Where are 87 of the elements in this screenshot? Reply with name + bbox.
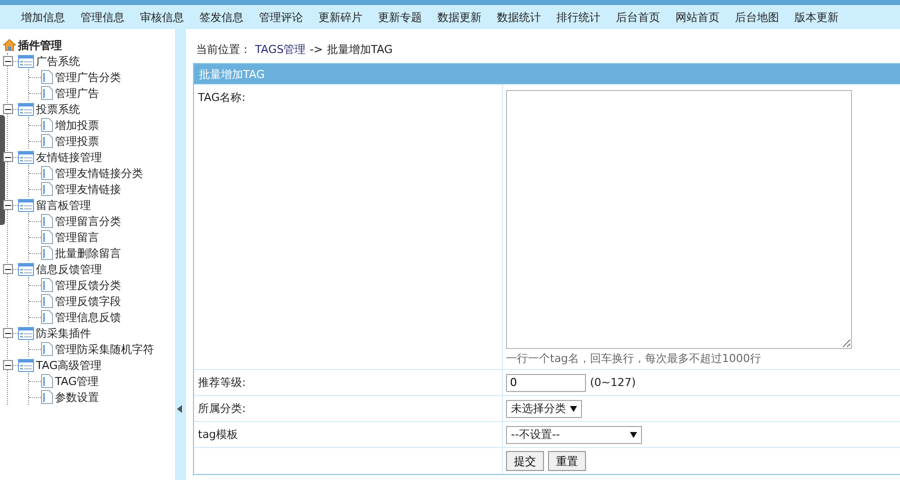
tree-group-link[interactable]: 投票系统 (36, 102, 80, 116)
tree-group-link[interactable]: TAG高级管理 (36, 358, 102, 372)
tree-root-title: 插件管理 (18, 38, 62, 52)
collapse-toggle-icon[interactable] (3, 328, 13, 338)
collapse-toggle-icon[interactable] (3, 56, 13, 66)
tree-item-link[interactable]: 管理友情链接分类 (55, 166, 143, 180)
field-hint: 一行一个tag名，回车换行，每次最多不超过1000行 (506, 351, 762, 366)
breadcrumb-current: 批量增加TAG (326, 42, 393, 56)
field-label: 推荐等级: (198, 376, 246, 389)
tree-group-link[interactable]: 防采集插件 (36, 326, 91, 340)
nav-link[interactable]: 数据统计 (497, 10, 556, 24)
collapse-toggle-icon[interactable] (3, 360, 13, 370)
window-icon (18, 198, 34, 212)
field-label: 所属分类: (198, 402, 246, 415)
document-icon (41, 278, 53, 292)
form-button[interactable]: 重置 (548, 451, 586, 471)
nav-link[interactable]: 更新专题 (378, 10, 438, 24)
tree-item-link[interactable]: 管理留言 (55, 230, 99, 244)
nav-link[interactable]: 后台地图 (735, 10, 794, 24)
home-icon (3, 39, 16, 51)
tree-group-link[interactable]: 信息反馈管理 (36, 262, 102, 276)
document-icon (41, 134, 53, 148)
document-icon (41, 70, 53, 84)
document-icon (41, 214, 53, 228)
document-icon (41, 118, 53, 132)
dropdown-select[interactable]: --不设置-- (506, 426, 642, 444)
table-title: 批量增加TAG (199, 66, 265, 82)
nav-link[interactable]: 数据更新 (438, 10, 497, 24)
tree-item-link[interactable]: 管理信息反馈 (55, 310, 121, 324)
document-icon (41, 182, 53, 196)
tree-item-link[interactable]: 管理广告 (55, 86, 99, 100)
tree-item-link[interactable]: 增加投票 (55, 118, 99, 132)
document-icon (41, 310, 53, 324)
window-icon (18, 102, 34, 116)
nav-link[interactable]: 更新碎片 (318, 10, 378, 24)
tree-item-link[interactable]: 管理反馈分类 (55, 278, 121, 292)
document-icon (41, 86, 53, 100)
tree-group-link[interactable]: 友情链接管理 (36, 150, 102, 164)
tree-item-link[interactable]: 批量删除留言 (55, 246, 121, 260)
nav-link[interactable]: 签发信息 (200, 10, 259, 24)
window-icon (18, 54, 34, 68)
collapse-arrow-icon[interactable] (177, 405, 182, 413)
window-icon (18, 262, 34, 276)
document-icon (41, 342, 53, 356)
nav-link[interactable]: 排行统计 (556, 10, 616, 24)
document-icon (41, 246, 53, 260)
nav-link[interactable]: 审核信息 (140, 10, 200, 24)
caret-icon (570, 406, 577, 412)
document-icon (41, 294, 53, 308)
nav-link[interactable]: 版本更新 (794, 10, 854, 24)
breadcrumb-separator: -> (310, 42, 323, 56)
tree-item-link[interactable]: 管理广告分类 (55, 70, 121, 84)
breadcrumb-label: 当前位置： (196, 42, 251, 56)
caret-icon (630, 432, 637, 438)
collapse-toggle-icon[interactable] (3, 200, 13, 210)
window-icon (18, 150, 34, 164)
document-icon (41, 390, 53, 404)
tree-group-link[interactable]: 留言板管理 (36, 198, 91, 212)
side-handle[interactable] (0, 115, 5, 225)
nav-link[interactable]: 管理评论 (259, 10, 318, 24)
tree-item-link[interactable]: TAG管理 (55, 374, 99, 388)
tree-item-link[interactable]: 管理友情链接 (55, 182, 121, 196)
form-button[interactable]: 提交 (506, 451, 544, 471)
collapse-toggle-icon[interactable] (3, 264, 13, 274)
field-label: TAG名称: (198, 91, 246, 104)
document-icon (41, 230, 53, 244)
dropdown-select[interactable]: 未选择分类 (506, 400, 582, 418)
tree-item-link[interactable]: 管理反馈字段 (55, 294, 121, 308)
input-field[interactable]: 0 (506, 374, 586, 392)
tree-item-link[interactable]: 参数设置 (55, 390, 99, 404)
nav-link[interactable]: 增加信息 (21, 10, 80, 24)
window-icon (18, 326, 34, 340)
range-note: (0~127) (590, 376, 636, 389)
document-icon (41, 166, 53, 180)
nav-link[interactable]: 网站首页 (676, 10, 735, 24)
collapse-toggle-icon[interactable] (3, 152, 13, 162)
nav-link[interactable]: 管理信息 (80, 10, 140, 24)
window-icon (18, 358, 34, 372)
tree-item-link[interactable]: 管理防采集随机字符 (55, 342, 154, 356)
field-label: tag模板 (198, 428, 238, 441)
collapse-toggle-icon[interactable] (3, 104, 13, 114)
tree-item-link[interactable]: 管理留言分类 (55, 214, 121, 228)
breadcrumb-link[interactable]: TAGS管理 (255, 42, 306, 56)
tree-group-link[interactable]: 广告系统 (36, 54, 80, 68)
nav-link[interactable]: 后台首页 (616, 10, 676, 24)
tree-item-link[interactable]: 管理投票 (55, 134, 99, 148)
document-icon (41, 374, 53, 388)
